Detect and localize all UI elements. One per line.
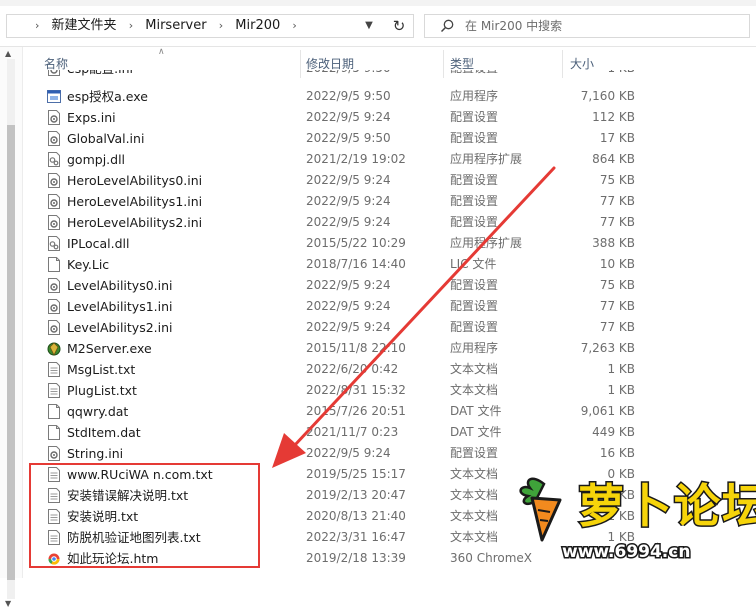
watermark-logo: 萝卜论坛 www.6994.cn (508, 470, 756, 576)
carrot-logo-icon (519, 477, 562, 542)
scroll-down-icon[interactable]: ▼ (5, 599, 11, 608)
watermark-title: 萝卜论坛 (577, 478, 756, 535)
watermark-url: www.6994.cn (560, 541, 691, 564)
highlight-box (29, 463, 260, 568)
